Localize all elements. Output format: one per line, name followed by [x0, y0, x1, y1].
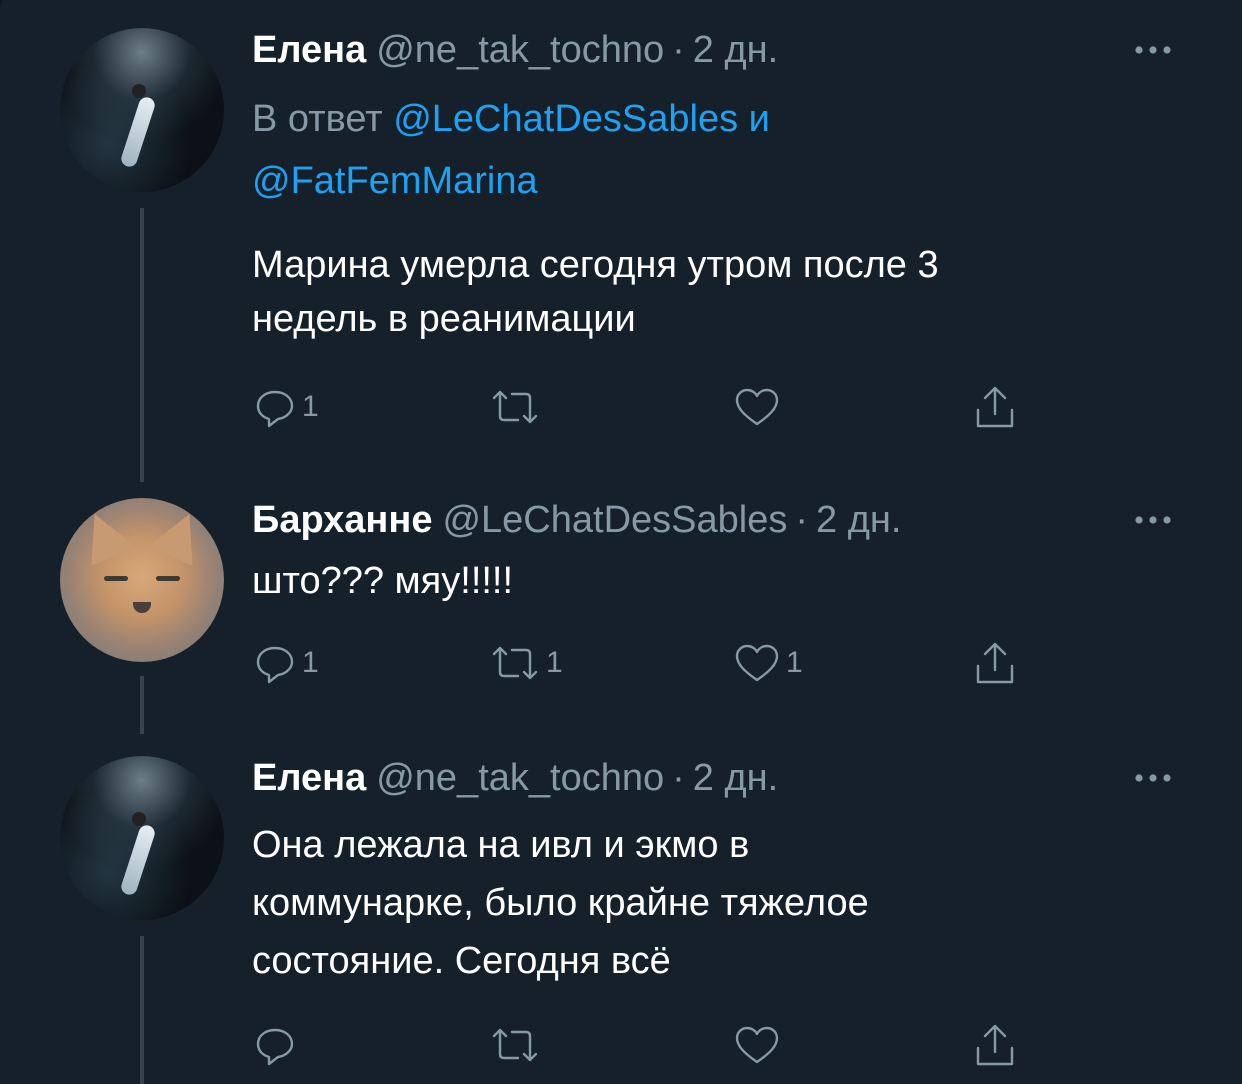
reply-count: 1 — [302, 390, 319, 423]
tweet-header: Елена @ne_tak_tochno · 2 дн. — [252, 28, 778, 72]
retweet-button[interactable] — [488, 384, 546, 430]
reply-prefix: В ответ — [252, 98, 383, 140]
tweet-text: што??? мяу!!!!! — [252, 554, 1172, 608]
corner-decoration — [0, 0, 17, 60]
reply-icon — [256, 1028, 294, 1066]
thread-line — [140, 208, 144, 482]
author-handle[interactable]: @LeChatDesSables — [442, 499, 787, 541]
cat-nose — [133, 602, 151, 613]
text-line: недель в реанимации — [252, 298, 636, 340]
avatar[interactable] — [60, 498, 224, 662]
reply-button[interactable] — [252, 1022, 302, 1068]
author-name[interactable]: Елена — [252, 757, 366, 799]
like-icon — [735, 644, 779, 682]
retweet-icon — [492, 646, 538, 680]
share-button[interactable] — [970, 640, 1020, 686]
author-name[interactable]: Барханне — [252, 499, 432, 541]
mention-link[interactable]: @LeChatDesSables — [393, 98, 738, 140]
text-line: Марина умерла сегодня утром после 3 — [252, 244, 939, 286]
author-handle[interactable]: @ne_tak_tochno — [376, 757, 664, 799]
retweet-icon — [492, 390, 538, 424]
timestamp[interactable]: 2 дн. — [693, 29, 778, 71]
like-button[interactable]: 1 — [732, 640, 803, 686]
retweet-icon — [492, 1028, 538, 1062]
text-line: што??? мяу!!!!! — [252, 560, 514, 602]
share-button[interactable] — [970, 384, 1020, 430]
text-line: состояние. Сегодня всё — [252, 940, 671, 982]
retweet-button[interactable]: 1 — [488, 640, 563, 686]
reply-icon — [256, 390, 294, 428]
tweet-header: Барханне @LeChatDesSables · 2 дн. — [252, 498, 901, 542]
avatar[interactable] — [60, 756, 224, 920]
more-button[interactable] — [1126, 28, 1180, 72]
more-button[interactable] — [1126, 498, 1180, 542]
author-handle[interactable]: @ne_tak_tochno — [376, 29, 664, 71]
avatar[interactable] — [60, 28, 224, 192]
thread-line — [140, 936, 144, 1084]
cat-eye — [104, 576, 128, 581]
separator: · — [672, 757, 685, 799]
more-icon — [1135, 774, 1171, 782]
timestamp[interactable]: 2 дн. — [693, 757, 778, 799]
reply-button[interactable]: 1 — [252, 384, 319, 430]
like-icon — [735, 1026, 779, 1064]
tweet-actions: 1 — [252, 384, 1052, 430]
like-icon — [735, 388, 779, 426]
reply-joiner: и — [748, 98, 770, 140]
cat-ear — [148, 504, 212, 566]
tweet-text: Она лежала на ивл и экмо в коммунарке, б… — [252, 816, 1172, 990]
text-line: коммунарке, было крайне тяжелое — [252, 882, 869, 924]
mention-link[interactable]: @FatFemMarina — [252, 160, 538, 202]
more-button[interactable] — [1126, 756, 1180, 800]
diver-head — [132, 812, 146, 826]
like-button[interactable] — [732, 1022, 786, 1068]
cat-ear — [72, 504, 136, 566]
like-count: 1 — [786, 646, 803, 679]
diver-figure — [119, 95, 157, 169]
more-icon — [1135, 46, 1171, 54]
text-line: Она лежала на ивл и экмо в — [252, 824, 750, 866]
retweet-count: 1 — [546, 646, 563, 679]
tweet-header: Елена @ne_tak_tochno · 2 дн. — [252, 756, 778, 800]
separator: · — [672, 29, 685, 71]
thread-line — [140, 676, 144, 734]
diver-head — [132, 84, 146, 98]
reply-to-line: В ответ @LeChatDesSables и @FatFemMarina — [252, 88, 1052, 212]
share-button[interactable] — [970, 1022, 1020, 1068]
share-icon — [976, 642, 1014, 684]
more-icon — [1135, 516, 1171, 524]
author-name[interactable]: Елена — [252, 29, 366, 71]
tweet-text: Марина умерла сегодня утром после 3 неде… — [252, 238, 1172, 346]
separator: · — [795, 499, 809, 541]
tweet-actions — [252, 1022, 1052, 1068]
timestamp[interactable]: 2 дн. — [816, 499, 901, 541]
share-icon — [976, 386, 1014, 428]
diver-figure — [119, 823, 157, 897]
cat-eye — [156, 576, 180, 581]
tweet-actions: 1 1 1 — [252, 640, 1052, 686]
share-icon — [976, 1024, 1014, 1066]
reply-button[interactable]: 1 — [252, 640, 319, 686]
like-button[interactable] — [732, 384, 786, 430]
reply-icon — [256, 646, 294, 684]
retweet-button[interactable] — [488, 1022, 546, 1068]
reply-count: 1 — [302, 646, 319, 679]
